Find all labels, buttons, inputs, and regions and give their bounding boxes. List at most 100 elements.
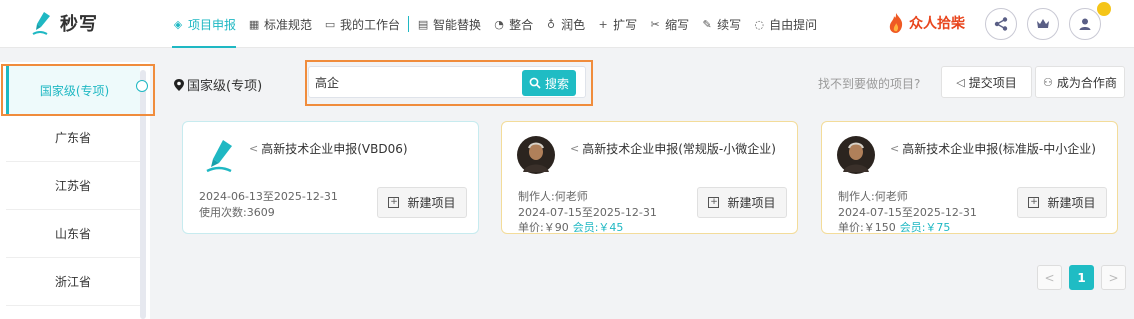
plus-box-icon: + <box>708 197 720 208</box>
card-title[interactable]: < 高新技术企业申报(VBD06) <box>249 140 408 157</box>
doc-replace-icon: ▤ <box>417 17 429 31</box>
pen-logo-icon <box>32 12 50 35</box>
nav-label: 缩写 <box>665 17 690 32</box>
nav-item-polish[interactable]: ♁ 润色 <box>545 0 585 48</box>
app-name: 秒写 <box>60 14 98 35</box>
pen-logo-icon <box>206 140 232 173</box>
nav-item-free-ask[interactable]: ◌ 自由提问 <box>753 0 817 48</box>
new-project-button[interactable]: + 新建项目 <box>377 187 467 218</box>
folder-icon: ▭ <box>324 17 336 31</box>
sidebar-item-label: 山东省 <box>54 227 91 241</box>
sidebar-item-zhejiang[interactable]: 浙江省 <box>6 258 140 306</box>
card-date: 2024-07-15至2025-12-31 <box>518 206 657 219</box>
nav-label: 自由提问 <box>769 17 818 32</box>
nav-divider <box>408 16 410 32</box>
sidebar-item-label: 浙江省 <box>54 275 91 289</box>
brand-label: 众人拾柴 <box>909 16 965 32</box>
brand-link[interactable]: 众人拾柴 <box>887 12 965 34</box>
nav-item-abbreviate[interactable]: ✂ 缩写 <box>649 0 690 48</box>
card-author: 制作人:何老师 <box>518 190 588 203</box>
prev-page-button[interactable]: < <box>1037 265 1062 290</box>
nav-item-smart-replace[interactable]: ▤ 智能替换 <box>417 0 481 48</box>
sidebar-item-jiangsu[interactable]: 江苏省 <box>6 162 140 210</box>
layers-icon: ◈ <box>173 17 183 31</box>
project-card[interactable]: < 高新技术企业申报(VBD06) 2024-06-13至2025-12-31 … <box>182 121 479 234</box>
member-price-text: 会员:￥75 <box>899 221 951 234</box>
submit-project-button[interactable]: ◁ 提交项目 <box>941 66 1032 98</box>
missing-project-hint: 找不到要做的项目? <box>818 77 921 91</box>
card-title[interactable]: < 高新技术企业申报(常规版-小微企业) <box>570 140 776 157</box>
new-project-label: 新建项目 <box>1047 196 1096 210</box>
nav-item-integrate[interactable]: ◔ 整合 <box>493 0 533 48</box>
new-project-button[interactable]: + 新建项目 <box>1017 187 1107 218</box>
card-title-text: 高新技术企业申报(VBD06) <box>261 142 408 156</box>
become-partner-button[interactable]: ⚇ 成为合作商 <box>1035 66 1125 98</box>
become-partner-label: 成为合作商 <box>1056 75 1117 90</box>
nav-label: 润色 <box>561 17 586 32</box>
price-text: 单价:￥150 <box>838 221 896 234</box>
scissors-icon: ✂ <box>650 17 660 31</box>
send-icon: ◁ <box>956 75 965 89</box>
card-date: 2024-06-13至2025-12-31 <box>199 190 338 203</box>
app-logo[interactable]: 秒写 <box>30 8 98 38</box>
page-1-button[interactable]: 1 <box>1069 265 1094 290</box>
card-date: 2024-07-15至2025-12-31 <box>838 206 977 219</box>
fire-icon <box>889 13 903 33</box>
highlight-box <box>1 64 155 116</box>
new-project-button[interactable]: + 新建项目 <box>697 187 787 218</box>
share-link-icon: < <box>249 142 259 155</box>
nav-label: 项目申报 <box>188 17 237 32</box>
new-project-label: 新建项目 <box>727 196 776 210</box>
card-price: 单价:￥90 会员:￥45 <box>518 219 623 235</box>
nav-item-expand[interactable]: + 扩写 <box>597 0 637 48</box>
member-price-text: 会员:￥45 <box>572 221 624 234</box>
sidebar-item-guangdong[interactable]: 广东省 <box>6 114 140 162</box>
new-project-label: 新建项目 <box>407 196 456 210</box>
project-card[interactable]: < 高新技术企业申报(常规版-小微企业) 制作人:何老师 2024-07-15至… <box>501 121 798 234</box>
plus-icon: + <box>598 17 608 31</box>
current-location: 国家级(专项) <box>174 75 262 94</box>
nav-label: 扩写 <box>613 17 638 32</box>
nav-item-workbench[interactable]: ▭ 我的工作台 <box>324 0 400 48</box>
project-card[interactable]: < 高新技术企业申报(标准版-中小企业) 制作人:何老师 2024-07-15至… <box>821 121 1118 234</box>
crown-icon <box>1037 19 1049 28</box>
price-text: 单价:￥90 <box>518 221 569 234</box>
nav-item-continue[interactable]: ✎ 续写 <box>701 0 742 48</box>
next-page-button[interactable]: > <box>1101 265 1126 290</box>
card-title-text: 高新技术企业申报(标准版-中小企业) <box>902 142 1096 156</box>
nav-label: 我的工作台 <box>340 17 401 32</box>
nav-label: 智能替换 <box>433 17 482 32</box>
user-icon <box>1079 18 1091 30</box>
sidebar-item-label: 广东省 <box>54 131 91 145</box>
vip-badge-icon <box>1097 2 1111 16</box>
nav-label: 标准规范 <box>264 17 313 32</box>
author-avatar <box>517 136 555 174</box>
vip-button[interactable] <box>1027 8 1059 40</box>
partner-icon: ⚇ <box>1043 75 1053 89</box>
grid-icon: ▦ <box>248 17 260 31</box>
author-avatar <box>837 136 875 174</box>
sidebar-item-shandong[interactable]: 山东省 <box>6 210 140 258</box>
top-navbar: 秒写 ◈ 项目申报 ▦ 标准规范 ▭ 我的工作台 ▤ 智能替换 ◔ 整合 ♁ 润… <box>0 0 1134 48</box>
nav-label: 续写 <box>717 17 742 32</box>
plus-box-icon: + <box>1028 197 1040 208</box>
location-pin-icon <box>174 78 184 91</box>
user-button[interactable] <box>1069 8 1101 40</box>
location-label: 国家级(专项) <box>187 79 263 94</box>
card-usage: 使用次数:3609 <box>199 206 275 219</box>
card-title[interactable]: < 高新技术企业申报(标准版-中小企业) <box>890 140 1096 157</box>
chat-icon: ◌ <box>754 17 764 31</box>
nav-item-standards[interactable]: ▦ 标准规范 <box>248 0 312 48</box>
card-price: 单价:￥150 会员:￥75 <box>838 219 950 235</box>
share-icon <box>994 17 1008 31</box>
bulb-icon: ♁ <box>547 17 556 31</box>
share-button[interactable] <box>985 8 1017 40</box>
highlight-box <box>305 60 593 106</box>
main-nav: ◈ 项目申报 ▦ 标准规范 ▭ 我的工作台 ▤ 智能替换 ◔ 整合 ♁ 润色 +… <box>172 0 829 48</box>
nav-item-project-declare[interactable]: ◈ 项目申报 <box>172 0 237 48</box>
share-link-icon: < <box>890 142 900 155</box>
submit-project-label: 提交项目 <box>968 75 1017 90</box>
nav-label: 整合 <box>509 17 534 32</box>
pen-icon: ✎ <box>702 17 712 31</box>
card-title-text: 高新技术企业申报(常规版-小微企业) <box>582 142 776 156</box>
